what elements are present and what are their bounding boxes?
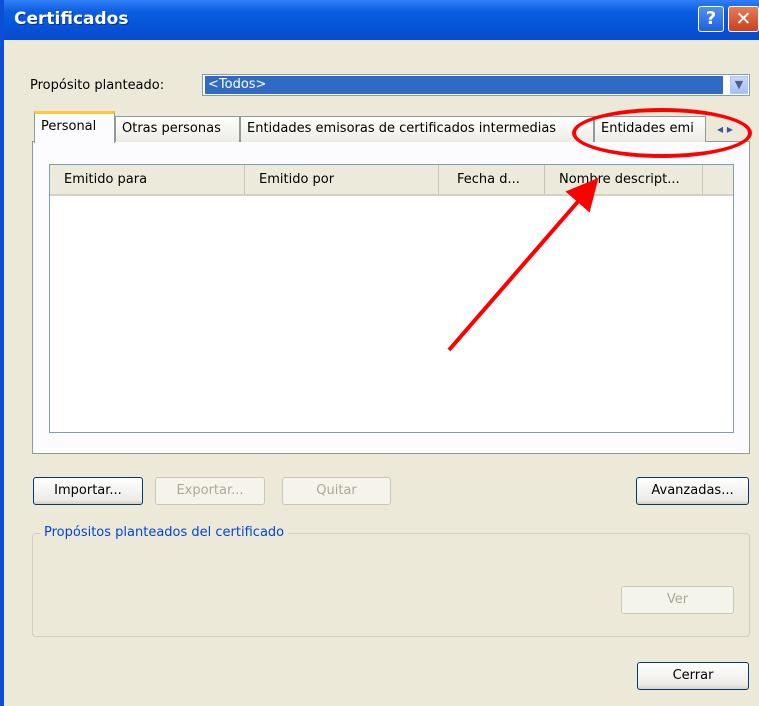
certificate-list[interactable]: Emitido para Emitido por Fecha d... Nomb… bbox=[49, 164, 734, 433]
column-expiration-date[interactable]: Fecha d... bbox=[439, 165, 545, 194]
import-button[interactable]: Importar... bbox=[33, 477, 143, 505]
view-button[interactable]: Ver bbox=[621, 586, 734, 614]
tab-personal[interactable]: Personal bbox=[34, 111, 115, 143]
purpose-selected-value: <Todos> bbox=[205, 76, 723, 94]
dropdown-arrow-icon[interactable]: ▼ bbox=[730, 76, 748, 94]
remove-button[interactable]: Quitar bbox=[282, 477, 391, 505]
tab-intermediate-cas[interactable]: Entidades emisoras de certificados inter… bbox=[240, 116, 594, 142]
close-button[interactable]: Cerrar bbox=[637, 662, 749, 690]
certificate-purposes-title: Propósitos planteados del certificado bbox=[40, 525, 289, 540]
tab-root-cas[interactable]: Entidades emi bbox=[594, 116, 706, 142]
column-friendly-name[interactable]: Nombre descript... bbox=[545, 165, 703, 194]
tab-scroll-left-icon[interactable]: ◂ bbox=[717, 122, 723, 136]
title-bar[interactable]: Certificados bbox=[4, 0, 759, 40]
purpose-label: Propósito planteado: bbox=[30, 78, 165, 93]
list-header: Emitido para Emitido por Fecha d... Nomb… bbox=[50, 165, 733, 196]
window-title: Certificados bbox=[14, 9, 129, 29]
tab-scroll-right-icon[interactable]: ▸ bbox=[727, 122, 733, 136]
close-icon[interactable]: ✕ bbox=[728, 6, 759, 32]
column-issued-to[interactable]: Emitido para bbox=[50, 165, 245, 194]
tab-other-people[interactable]: Otras personas bbox=[115, 116, 240, 142]
certificate-purposes-group bbox=[32, 533, 750, 637]
advanced-button[interactable]: Avanzadas... bbox=[636, 477, 749, 505]
purpose-dropdown[interactable]: <Todos> ▼ bbox=[202, 74, 750, 96]
tab-scroll-arrows[interactable]: ◂ ▸ bbox=[705, 119, 745, 139]
column-issued-by[interactable]: Emitido por bbox=[245, 165, 439, 194]
export-button[interactable]: Exportar... bbox=[155, 477, 265, 505]
help-icon[interactable]: ? bbox=[698, 6, 724, 32]
